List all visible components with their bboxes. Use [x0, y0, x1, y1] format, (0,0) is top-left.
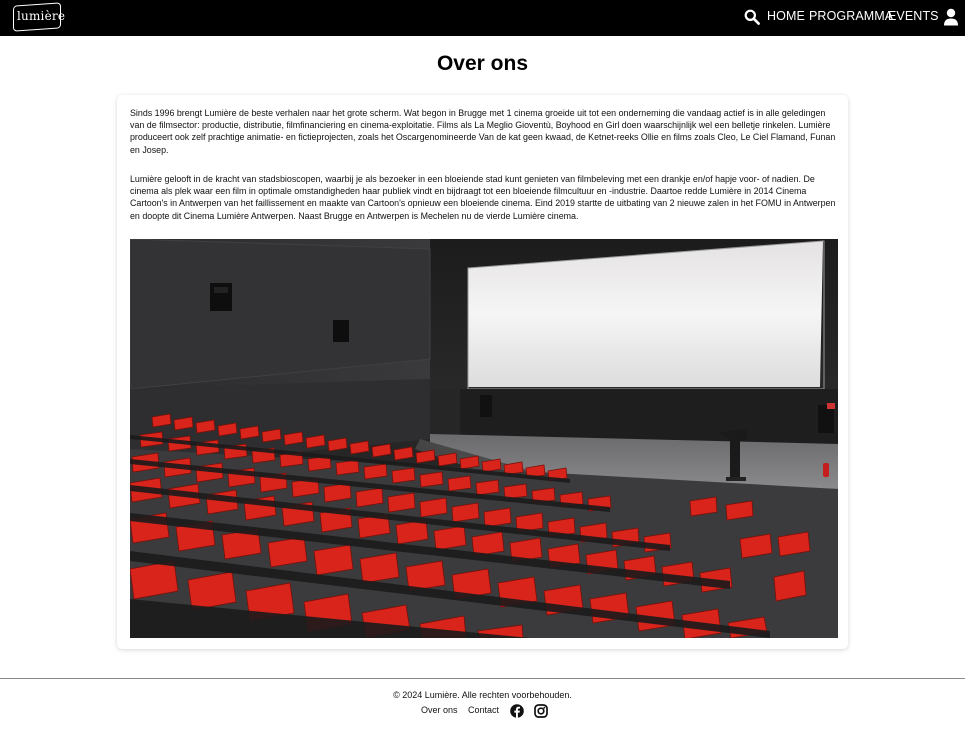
instagram-icon[interactable]	[534, 704, 548, 718]
nav-home-link[interactable]: HOME	[767, 9, 805, 23]
footer-link-contact[interactable]: Contact	[468, 705, 499, 715]
about-card: Sinds 1996 brengt Lumière de beste verha…	[117, 95, 848, 649]
about-paragraph-2: Lumière gelooft in de kracht van stadsbi…	[130, 174, 836, 221]
user-icon[interactable]	[943, 8, 959, 26]
footer-copyright: © 2024 Lumière. Alle rechten voorbehoude…	[393, 690, 572, 700]
nav-programma-link[interactable]: PROGRAMMA	[809, 9, 893, 23]
facebook-icon[interactable]	[510, 704, 524, 718]
search-icon[interactable]	[744, 9, 760, 25]
top-navigation-bar: lumière HOME PROGRAMMA EVENTS	[0, 0, 965, 36]
lumiere-logo[interactable]: lumière	[13, 2, 65, 32]
cinema-hall-image	[130, 239, 838, 638]
logo-text: lumière	[17, 9, 66, 23]
about-paragraph-1: Sinds 1996 brengt Lumière de beste verha…	[130, 108, 836, 155]
footer-divider	[0, 678, 965, 679]
page-title: Over ons	[436, 52, 529, 75]
footer-link-over-ons[interactable]: Over ons	[421, 705, 458, 715]
nav-events-link[interactable]: EVENTS	[888, 9, 939, 23]
